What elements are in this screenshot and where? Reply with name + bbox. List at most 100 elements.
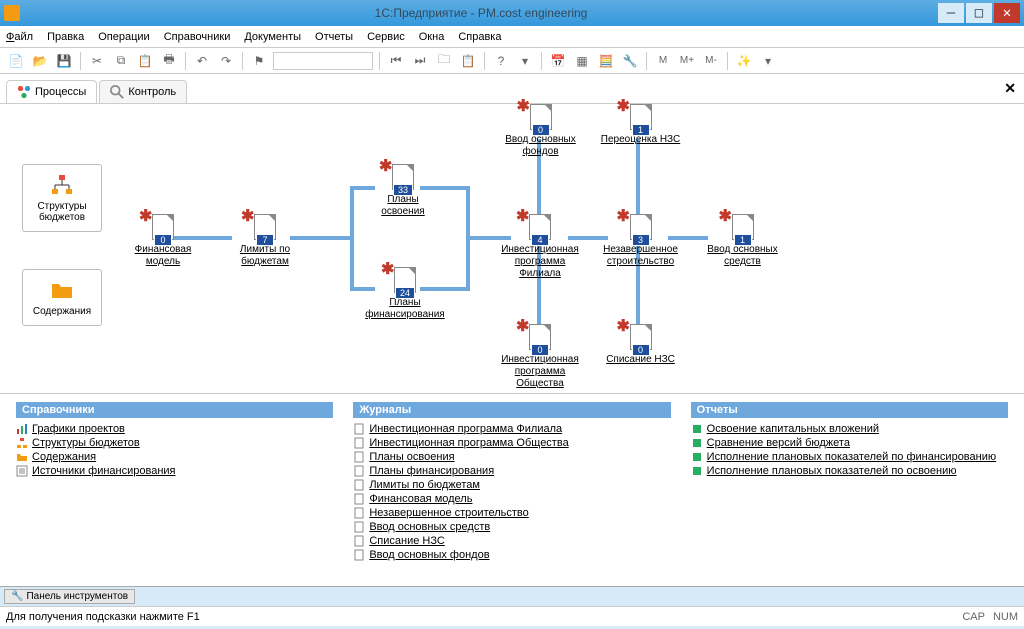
clipboard-icon[interactable]: 📋 <box>458 51 478 71</box>
document-icon <box>353 549 365 561</box>
link-label: Исполнение плановых показателей по освое… <box>707 465 957 477</box>
list-item[interactable]: Графики проектов <box>16 422 333 436</box>
menu-file[interactable]: Файл <box>6 31 33 43</box>
sidebar-structures[interactable]: Структуры бюджетов <box>22 164 102 232</box>
app-icon <box>4 5 20 21</box>
m-plus-icon[interactable]: M+ <box>677 51 697 71</box>
menu-help[interactable]: Справка <box>458 31 501 43</box>
list-item[interactable]: Содержания <box>16 450 333 464</box>
document-icon <box>353 507 365 519</box>
new-icon[interactable]: 📄 <box>6 51 26 71</box>
list-item[interactable]: Источники финансирования <box>16 464 333 478</box>
calc-icon[interactable]: 🧮 <box>596 51 616 71</box>
wrench-icon: 🔧 <box>11 591 23 602</box>
nav-next-icon[interactable]: ⏭ <box>410 51 430 71</box>
list-item[interactable]: Исполнение плановых показателей по освое… <box>691 464 1008 478</box>
document-icon <box>353 437 365 449</box>
menu-ref[interactable]: Справочники <box>164 31 231 43</box>
close-tab-icon[interactable]: ✕ <box>1004 80 1016 97</box>
flag-icon[interactable]: ⚑ <box>249 51 269 71</box>
menu-rep[interactable]: Отчеты <box>315 31 353 43</box>
tabbar: Процессы Контроль ✕ <box>0 74 1024 104</box>
wand-icon[interactable]: ✨ <box>734 51 754 71</box>
search-input[interactable] <box>273 52 373 70</box>
menu-win[interactable]: Окна <box>419 31 445 43</box>
document-icon <box>353 451 365 463</box>
node-revaluation[interactable]: ✱1 Переоценка НЗС <box>598 104 683 146</box>
redo-icon[interactable]: ↷ <box>216 51 236 71</box>
undo-icon[interactable]: ↶ <box>192 51 212 71</box>
separator <box>242 52 243 70</box>
node-fixed-assets[interactable]: ✱1 Ввод основных средств <box>700 214 785 268</box>
tool-panel-chip[interactable]: 🔧 Панель инструментов <box>4 589 135 604</box>
minimize-button[interactable]: — <box>938 3 964 23</box>
count-badge: 0 <box>632 344 650 356</box>
node-writeoff[interactable]: ✱0 Списание НЗС <box>598 324 683 366</box>
node-dev-plans[interactable]: ✱33 Планы освоения <box>368 164 438 218</box>
required-icon: ✱ <box>381 259 394 279</box>
node-construction[interactable]: ✱3 Незавершенное строительство <box>593 214 688 268</box>
menu-svc[interactable]: Сервис <box>367 31 405 43</box>
node-invest-branch[interactable]: ✱4 Инвестиционная программа Филиала <box>495 214 585 280</box>
list-item[interactable]: Инвестиционная программа Общества <box>353 436 670 450</box>
tool-icon[interactable]: 🔧 <box>620 51 640 71</box>
separator <box>541 52 542 70</box>
node-fixed-assets-input[interactable]: ✱0 Ввод основных фондов <box>498 104 583 158</box>
paste-icon[interactable]: 📋 <box>135 51 155 71</box>
count-badge: 24 <box>395 287 415 299</box>
diagram-canvas: Структуры бюджетов Содержания ✱0 Финансо… <box>0 104 1024 394</box>
list-item[interactable]: Финансовая модель <box>353 492 670 506</box>
list-item[interactable]: Сравнение версий бюджета <box>691 436 1008 450</box>
menu-edit[interactable]: Правка <box>47 31 84 43</box>
list-item[interactable]: Исполнение плановых показателей по финан… <box>691 450 1008 464</box>
dropdown-icon[interactable]: ▾ <box>515 51 535 71</box>
sidebar-contents[interactable]: Содержания <box>22 269 102 326</box>
cut-icon[interactable]: ✂ <box>87 51 107 71</box>
save-icon[interactable]: 💾 <box>54 51 74 71</box>
grid-icon[interactable]: ▦ <box>572 51 592 71</box>
separator <box>646 52 647 70</box>
list-item[interactable]: Структуры бюджетов <box>16 436 333 450</box>
toolbar: 📄 📂 💾 ✂ ⧉ 📋 🖶 ↶ ↷ ⚑ ⏮ ⏭ 🗀 📋 ? ▾ 📅 ▦ 🧮 🔧 … <box>0 48 1024 74</box>
list-item[interactable]: Незавершенное строительство <box>353 506 670 520</box>
node-financial-model[interactable]: ✱0 Финансовая модель <box>123 214 203 268</box>
status-toolbar: 🔧 Панель инструментов <box>0 586 1024 606</box>
hierarchy-icon <box>50 173 74 197</box>
help-icon[interactable]: ? <box>491 51 511 71</box>
list-item[interactable]: Списание НЗС <box>353 534 670 548</box>
count-badge: 4 <box>531 234 549 246</box>
link-label: Графики проектов <box>32 423 125 435</box>
folder-icon[interactable]: 🗀 <box>434 51 454 71</box>
link-label: Незавершенное строительство <box>369 507 528 519</box>
link-label: Лимиты по бюджетам <box>369 479 480 491</box>
tab-processes[interactable]: Процессы <box>6 80 97 103</box>
copy-icon[interactable]: ⧉ <box>111 51 131 71</box>
count-badge: 1 <box>734 234 752 246</box>
required-icon: ✱ <box>517 96 530 116</box>
list-item[interactable]: Ввод основных фондов <box>353 548 670 562</box>
list-item[interactable]: Инвестиционная программа Филиала <box>353 422 670 436</box>
list-item[interactable]: Планы финансирования <box>353 464 670 478</box>
node-budget-limits[interactable]: ✱7 Лимиты по бюджетам <box>225 214 305 268</box>
dropdown2-icon[interactable]: ▾ <box>758 51 778 71</box>
nav-prev-icon[interactable]: ⏮ <box>386 51 406 71</box>
maximize-button[interactable]: □ <box>966 3 992 23</box>
list-item[interactable]: Ввод основных средств <box>353 520 670 534</box>
menu-ops[interactable]: Операции <box>98 31 149 43</box>
tab-control[interactable]: Контроль <box>99 80 187 103</box>
m-icon[interactable]: M <box>653 51 673 71</box>
open-icon[interactable]: 📂 <box>30 51 50 71</box>
calendar-icon[interactable]: 📅 <box>548 51 568 71</box>
menu-docs[interactable]: Документы <box>244 31 301 43</box>
close-button[interactable]: ✕ <box>994 3 1020 23</box>
list-item[interactable]: Лимиты по бюджетам <box>353 478 670 492</box>
print-icon[interactable]: 🖶 <box>159 51 179 71</box>
menubar: Файл Правка Операции Справочники Докумен… <box>0 26 1024 48</box>
m-minus-icon[interactable]: M- <box>701 51 721 71</box>
list-item[interactable]: Освоение капитальных вложений <box>691 422 1008 436</box>
list-item[interactable]: Планы освоения <box>353 450 670 464</box>
node-label: Ввод основных фондов <box>498 134 583 158</box>
connector <box>350 186 354 291</box>
node-invest-society[interactable]: ✱0 Инвестиционная программа Общества <box>495 324 585 390</box>
node-fin-plans[interactable]: ✱24 Планы финансирования <box>355 267 455 321</box>
